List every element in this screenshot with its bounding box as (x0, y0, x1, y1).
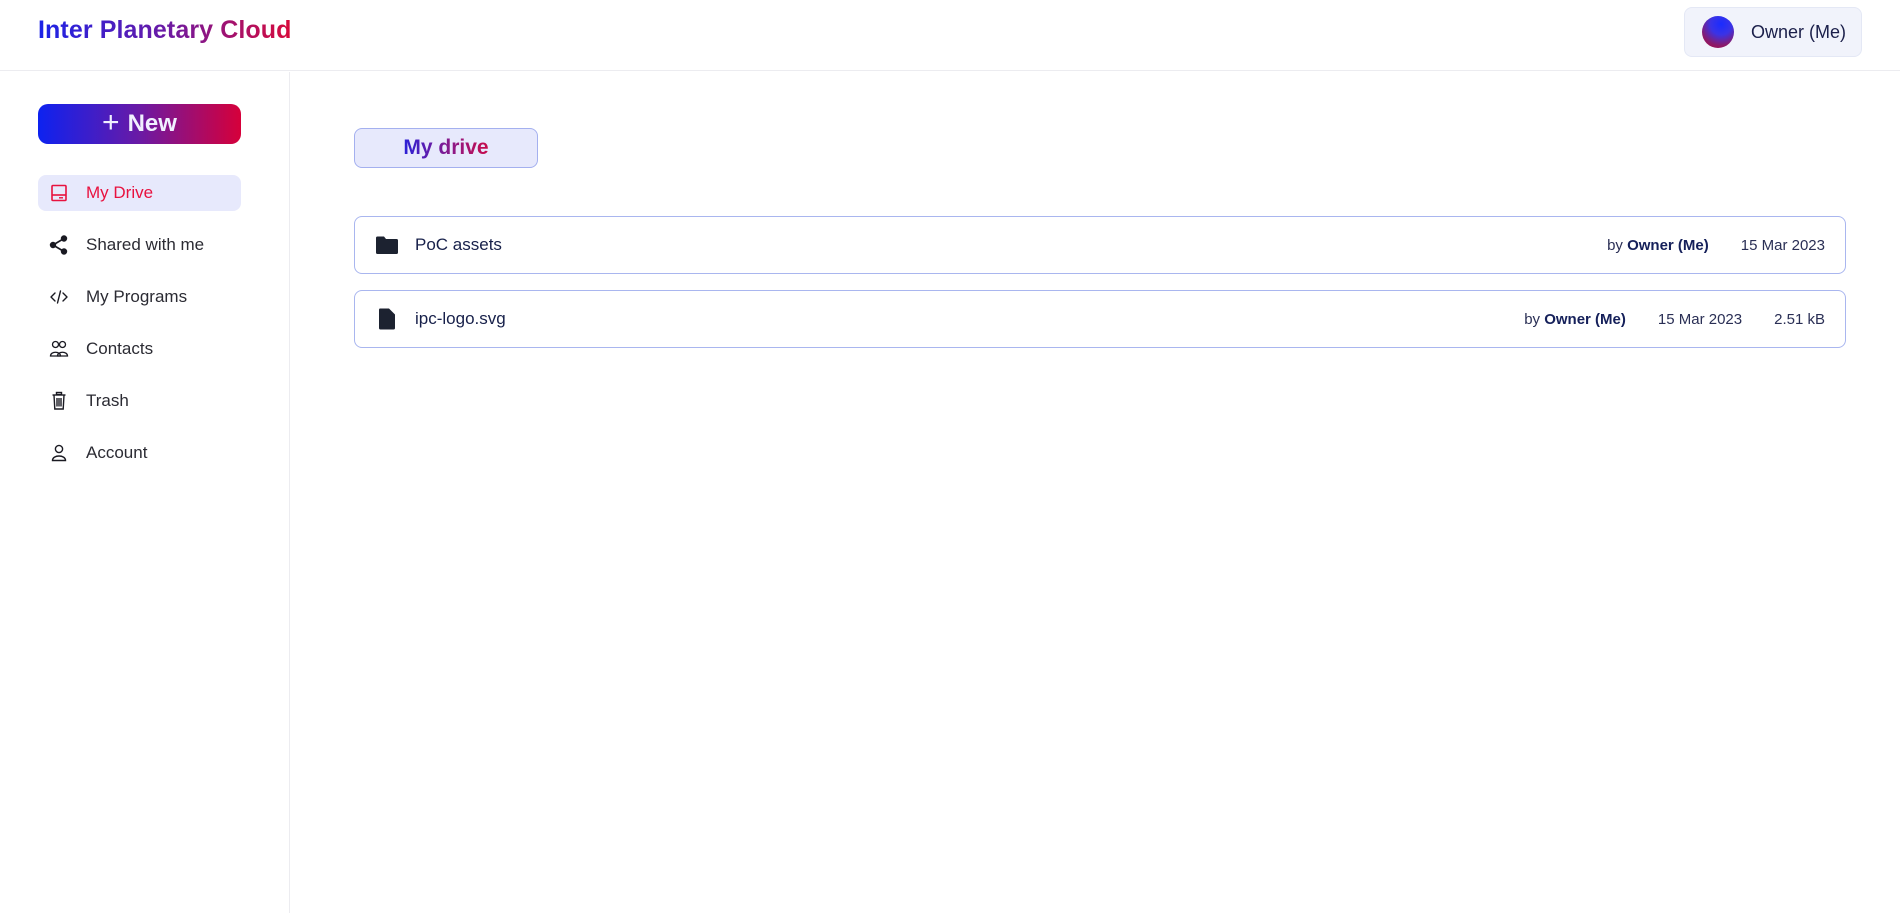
sidebar-item-label: My Programs (86, 287, 188, 306)
sidebar-item-label: Trash (86, 391, 129, 410)
main-content: My drive PoC assets by Owner (Me) 15 Mar… (291, 72, 1900, 913)
user-name: Owner (Me) (1751, 21, 1847, 42)
file-meta: by Owner (Me) 15 Mar 2023 (1607, 237, 1825, 254)
code-icon (48, 286, 70, 308)
sidebar-item-label: Contacts (86, 339, 154, 358)
sidebar: + New My Drive Shared with me My Program… (0, 72, 290, 913)
breadcrumb-my-drive[interactable]: My drive (354, 128, 538, 168)
file-meta: by Owner (Me) 15 Mar 2023 2.51 kB (1524, 311, 1825, 328)
plus-icon: + (102, 105, 120, 139)
new-button[interactable]: + New (38, 104, 241, 144)
sidebar-item-label: Account (86, 443, 148, 462)
drive-icon (48, 182, 70, 204)
file-list: PoC assets by Owner (Me) 15 Mar 2023 ipc… (354, 216, 1846, 364)
file-size: 2.51 kB (1774, 310, 1825, 328)
file-name: PoC assets (415, 235, 502, 254)
file-date: 15 Mar 2023 (1740, 236, 1825, 254)
file-date: 15 Mar 2023 (1657, 310, 1743, 328)
user-menu-button[interactable]: Owner (Me) (1684, 7, 1862, 57)
sidebar-item-label: My Drive (86, 183, 154, 202)
sidebar-item-contacts[interactable]: Contacts (38, 331, 241, 367)
file-name: ipc-logo.svg (415, 309, 506, 328)
file-icon (379, 308, 395, 330)
new-button-label: New (127, 110, 177, 137)
share-icon (48, 234, 70, 256)
contacts-icon (48, 338, 70, 360)
file-owner: by Owner (Me) (1607, 236, 1709, 254)
file-owner: by Owner (Me) (1524, 310, 1626, 328)
sidebar-item-account[interactable]: Account (38, 435, 241, 471)
top-header: Inter Planetary Cloud Owner (Me) (0, 0, 1900, 71)
sidebar-item-label: Shared with me (86, 235, 205, 254)
sidebar-item-my-drive[interactable]: My Drive (38, 175, 241, 211)
avatar (1702, 16, 1734, 48)
user-icon (48, 442, 70, 464)
sidebar-item-trash[interactable]: Trash (38, 383, 241, 419)
sidebar-nav: My Drive Shared with me My Programs Cont… (38, 175, 241, 487)
list-item[interactable]: PoC assets by Owner (Me) 15 Mar 2023 (354, 216, 1846, 274)
folder-icon (376, 236, 398, 254)
breadcrumb-label: My drive (403, 136, 489, 159)
sidebar-item-my-programs[interactable]: My Programs (38, 279, 241, 315)
list-item[interactable]: ipc-logo.svg by Owner (Me) 15 Mar 2023 2… (354, 290, 1846, 348)
sidebar-item-shared-with-me[interactable]: Shared with me (38, 227, 241, 263)
app-logo-title[interactable]: Inter Planetary Cloud (38, 16, 292, 45)
trash-icon (48, 390, 70, 412)
